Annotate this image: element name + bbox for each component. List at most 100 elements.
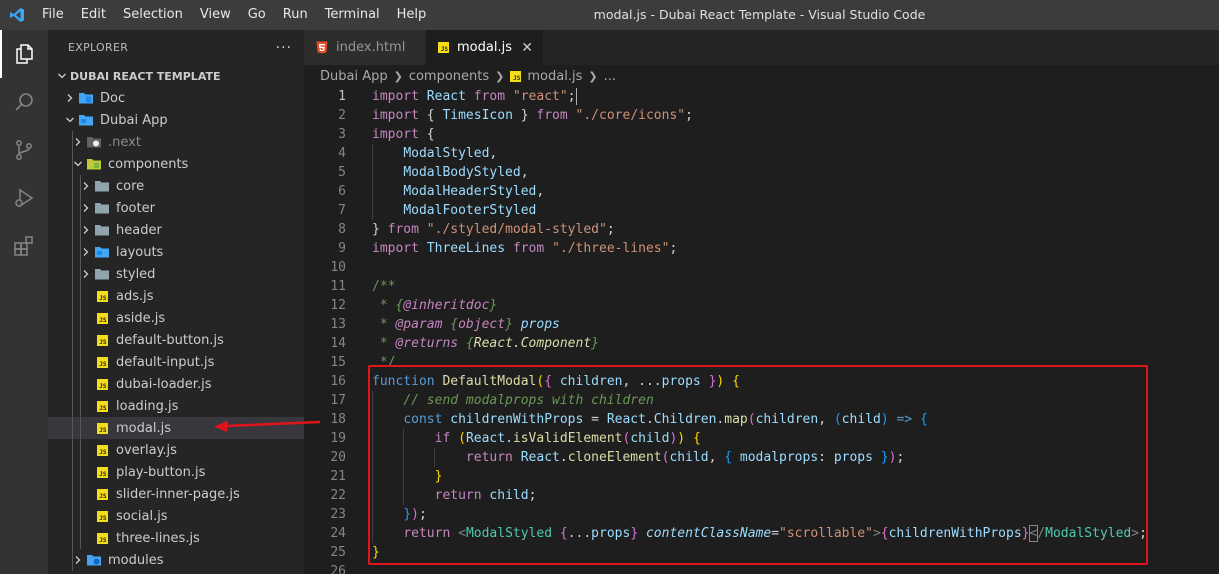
breadcrumb-item[interactable]: Dubai App — [320, 69, 388, 84]
tree-indent-guide — [72, 527, 73, 549]
tree-indent-guide — [80, 461, 81, 483]
code-line[interactable]: } — [372, 543, 380, 562]
explorer-header: EXPLORER ··· — [48, 30, 304, 65]
more-actions-icon[interactable]: ··· — [276, 40, 292, 56]
code-line[interactable]: return React.cloneElement(child, { modal… — [372, 448, 904, 467]
tree-file-dubai-loader-js[interactable]: JS dubai-loader.js — [48, 373, 304, 395]
tree-file-modal-js[interactable]: JS modal.js — [48, 417, 304, 439]
search-icon[interactable] — [0, 78, 48, 126]
vscode-logo-icon — [0, 0, 34, 30]
tree-file-social-js[interactable]: JS social.js — [48, 505, 304, 527]
code-line[interactable]: import { TimesIcon } from "./core/icons"… — [372, 106, 693, 125]
menu-help[interactable]: Help — [389, 0, 436, 30]
tree-folder-dubai-app[interactable]: Dubai App — [48, 109, 304, 131]
tree-file-slider-inner-page-js[interactable]: JS slider-inner-page.js — [48, 483, 304, 505]
code-line[interactable]: ModalStyled, — [372, 144, 497, 163]
code-line[interactable]: return child; — [372, 486, 537, 505]
menu-selection[interactable]: Selection — [115, 0, 192, 30]
tree-file-aside-js[interactable]: JS aside.js — [48, 307, 304, 329]
chevron-right-icon: ❯ — [393, 69, 403, 83]
code-line[interactable]: import { — [372, 125, 435, 144]
code-line[interactable]: ModalBodyStyled, — [372, 163, 528, 182]
tree-indent-guide — [72, 197, 73, 219]
tree-folder-layouts[interactable]: layouts — [48, 241, 304, 263]
tree-indent-guide — [72, 131, 73, 153]
code-line[interactable]: */ — [372, 353, 396, 372]
code-line[interactable]: return <ModalStyled {...props} contentCl… — [372, 524, 1147, 543]
menu-terminal[interactable]: Terminal — [317, 0, 389, 30]
tree-folder-core[interactable]: core — [48, 175, 304, 197]
tree-indent-guide — [80, 241, 81, 263]
menu-run[interactable]: Run — [275, 0, 317, 30]
code-line[interactable]: // send modalprops with children — [372, 391, 653, 410]
tree-indent-guide — [80, 483, 81, 505]
breadcrumb-item[interactable]: ... — [604, 69, 616, 84]
line-number: 1 — [338, 89, 346, 104]
menu-view[interactable]: View — [192, 0, 240, 30]
tree-folder-footer[interactable]: footer — [48, 197, 304, 219]
tree-file-three-lines-js[interactable]: JS three-lines.js — [48, 527, 304, 549]
title-bar: File Edit Selection View Go Run Terminal… — [0, 0, 1219, 30]
folder-icon — [86, 552, 102, 568]
indent-guide — [372, 391, 373, 543]
breadcrumb-item[interactable]: components — [409, 69, 489, 84]
tree-file-ads-js[interactable]: JS ads.js — [48, 285, 304, 307]
code-line[interactable]: * @param {object} props — [372, 315, 560, 334]
tree-file-play-button-js[interactable]: JS play-button.js — [48, 461, 304, 483]
workspace-section-header[interactable]: DUBAI REACT TEMPLATE — [48, 65, 304, 87]
tree-file-overlay-js[interactable]: JS overlay.js — [48, 439, 304, 461]
tree-item-label: slider-inner-page.js — [116, 486, 240, 502]
tree-indent-guide — [80, 351, 81, 373]
menu-edit[interactable]: Edit — [73, 0, 115, 30]
tree-indent-guide — [80, 307, 81, 329]
code-line[interactable]: * {@inheritdoc} — [372, 296, 497, 315]
tree-indent-guide — [72, 461, 73, 483]
code-line[interactable]: import ThreeLines from "./three-lines"; — [372, 239, 677, 258]
code-line[interactable]: import React from "react"; — [372, 87, 577, 106]
line-number: 9 — [338, 241, 346, 256]
code-line[interactable]: ModalFooterStyled — [372, 201, 536, 220]
js-file-icon: JS — [94, 376, 110, 392]
chevron-down-icon — [54, 65, 70, 87]
code-line[interactable]: ModalHeaderStyled, — [372, 182, 544, 201]
code-line[interactable]: const childrenWithProps = React.Children… — [372, 410, 927, 429]
breadcrumb-item[interactable]: modal.js — [527, 69, 582, 84]
code-line[interactable]: /** — [372, 277, 395, 296]
tree-folder-header[interactable]: header — [48, 219, 304, 241]
tree-folder-styled[interactable]: styled — [48, 263, 304, 285]
source-control-icon[interactable] — [0, 126, 48, 174]
tree-indent-guide — [72, 483, 73, 505]
tree-indent-guide — [80, 527, 81, 549]
tree-file-default-input-js[interactable]: JS default-input.js — [48, 351, 304, 373]
run-debug-icon[interactable] — [0, 174, 48, 222]
tab-modal-js[interactable]: JS modal.js ✕ — [426, 30, 544, 65]
tree-indent-guide — [72, 175, 73, 197]
code-line[interactable]: function DefaultModal({ children, ...pro… — [372, 372, 740, 391]
menu-go[interactable]: Go — [240, 0, 275, 30]
tree-folder-components[interactable]: components — [48, 153, 304, 175]
code-line[interactable]: if (React.isValidElement(child)) { — [372, 429, 701, 448]
line-number: 2 — [338, 108, 346, 123]
js-file-icon: JS — [94, 420, 110, 436]
close-icon[interactable]: ✕ — [521, 40, 533, 56]
code-line[interactable]: }); — [372, 505, 426, 524]
menu-file[interactable]: File — [34, 0, 73, 30]
line-number: 20 — [330, 450, 346, 465]
tree-folder-doc[interactable]: Doc — [48, 87, 304, 109]
code-line[interactable]: * @returns {React.Component} — [372, 334, 599, 353]
tree-file-default-button-js[interactable]: JS default-button.js — [48, 329, 304, 351]
tree-folder-modules[interactable]: modules — [48, 549, 304, 571]
code-line[interactable]: } from "./styled/modal-styled"; — [372, 220, 615, 239]
tree-file-loading-js[interactable]: JS loading.js — [48, 395, 304, 417]
code-line[interactable]: } — [372, 467, 443, 486]
tree-indent-guide — [72, 329, 73, 351]
tree-folder-next[interactable]: .next — [48, 131, 304, 153]
code-editor[interactable]: 1 import React from "react"; 2 import { Ti… — [304, 87, 1219, 574]
tree-item-label: play-button.js — [116, 464, 206, 480]
extensions-icon[interactable] — [0, 222, 48, 270]
tree-indent-guide — [80, 395, 81, 417]
line-number: 21 — [330, 469, 346, 484]
explorer-icon[interactable] — [0, 30, 48, 78]
workspace-name: DUBAI REACT TEMPLATE — [70, 69, 221, 83]
tab-index-html[interactable]: index.html — [304, 30, 426, 65]
